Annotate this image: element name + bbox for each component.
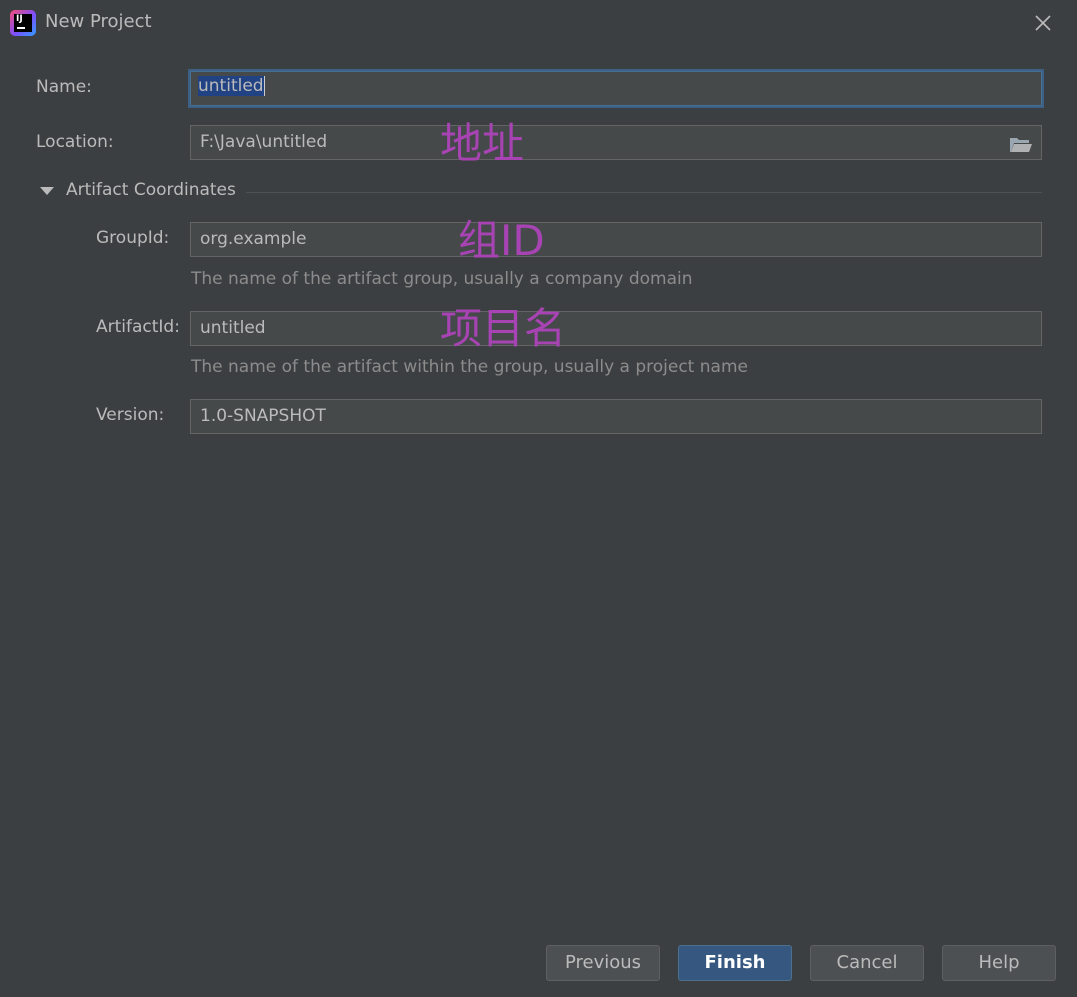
version-value: 1.0-SNAPSHOT <box>200 406 326 426</box>
version-field[interactable]: 1.0-SNAPSHOT <box>190 399 1042 434</box>
artifact-coordinates-section: Artifact Coordinates <box>40 180 1042 204</box>
group-id-value: org.example <box>200 229 307 249</box>
group-id-label: GroupId: <box>96 228 170 248</box>
new-project-dialog: IJ New Project Name: untitled Location: … <box>0 0 1077 997</box>
location-value: F:\Java\untitled <box>200 132 328 152</box>
browse-folder-button[interactable] <box>1009 133 1033 152</box>
location-field[interactable]: F:\Java\untitled <box>190 125 1042 160</box>
version-label: Version: <box>96 405 165 425</box>
location-label: Location: <box>36 132 114 152</box>
folder-icon <box>1010 138 1032 152</box>
group-id-field[interactable]: org.example <box>190 222 1042 257</box>
name-field[interactable]: untitled <box>188 69 1044 108</box>
close-button[interactable] <box>1030 10 1056 36</box>
group-id-annotation: 组ID <box>458 216 545 265</box>
group-id-hint: The name of the artifact group, usually … <box>191 269 693 289</box>
previous-button[interactable]: Previous <box>546 945 660 981</box>
finish-button[interactable]: Finish <box>678 945 792 981</box>
artifact-id-value: untitled <box>200 318 266 338</box>
app-icon-text: IJ <box>16 14 23 24</box>
name-label: Name: <box>36 77 92 97</box>
section-divider <box>246 192 1042 193</box>
text-caret <box>263 76 265 96</box>
intellij-app-icon: IJ <box>10 10 36 36</box>
artifact-id-annotation: 项目名 <box>440 304 567 353</box>
cancel-button[interactable]: Cancel <box>810 945 924 981</box>
name-value: untitled <box>198 76 264 96</box>
artifact-id-label: ArtifactId: <box>96 317 180 337</box>
location-annotation: 地址 <box>440 119 525 168</box>
title-bar: IJ New Project <box>0 0 1077 46</box>
artifact-id-hint: The name of the artifact within the grou… <box>191 357 748 377</box>
collapse-triangle-icon[interactable] <box>40 187 54 195</box>
help-button[interactable]: Help <box>942 945 1056 981</box>
close-icon <box>1035 15 1051 31</box>
window-title: New Project <box>45 11 152 32</box>
artifact-coordinates-label[interactable]: Artifact Coordinates <box>66 180 236 200</box>
artifact-id-field[interactable]: untitled <box>190 311 1042 346</box>
